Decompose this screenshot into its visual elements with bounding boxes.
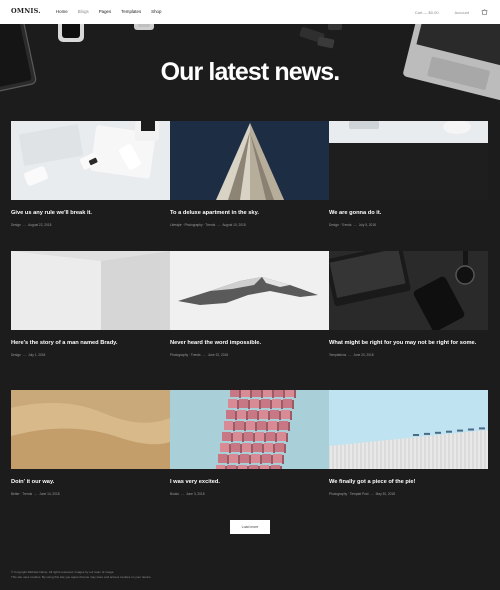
separator: — <box>180 491 185 496</box>
nav-item-home[interactable]: Home <box>56 9 68 14</box>
post-meta: Books — June 3, 2018 <box>170 492 329 496</box>
post-category[interactable]: Lifestyle · Photography · Trends <box>170 223 215 227</box>
post-thumbnail[interactable] <box>329 251 488 330</box>
post-card[interactable]: We finally got a piece of the pie! Photo… <box>329 390 488 496</box>
post-date: May 30, 2018 <box>375 491 395 496</box>
post-meta: Temptations — June 20, 2018 <box>329 353 488 357</box>
nav-item-shop[interactable]: Shop <box>151 9 161 14</box>
post-card[interactable]: Here's the story of a man named Brady. D… <box>11 251 170 357</box>
post-meta: Photography · Trends — June 22, 2018 <box>170 353 329 357</box>
nav-item-templates[interactable]: Templates <box>121 9 141 14</box>
separator: — <box>34 491 38 496</box>
post-date: July 1, 2018 <box>28 352 46 357</box>
separator: — <box>348 352 352 357</box>
post-card[interactable]: Never heard the word impossible. Photogr… <box>170 251 329 357</box>
gadget-image <box>134 24 154 30</box>
top-header: OMNIS. Home Blogs Pages Templates Shop C… <box>0 0 500 24</box>
post-date: June 22, 2018 <box>207 352 229 357</box>
account-link[interactable]: Account <box>455 10 469 15</box>
separator: — <box>353 222 357 227</box>
post-card[interactable]: What might be right for you may not be r… <box>329 251 488 357</box>
post-meta: Design · Trends — July 5, 2018 <box>329 223 488 227</box>
post-date: July 5, 2018 <box>358 222 376 227</box>
separator: — <box>370 491 374 496</box>
post-date: August 10, 2018 <box>222 222 246 227</box>
shopping-bag-icon[interactable] <box>481 9 488 15</box>
post-thumbnail[interactable] <box>170 390 329 469</box>
post-date: August 22, 2018 <box>28 222 52 227</box>
post-category[interactable]: Temptations <box>329 353 346 357</box>
post-category[interactable]: Design <box>11 353 21 357</box>
separator: — <box>22 222 27 227</box>
post-title[interactable]: What might be right for you may not be r… <box>329 340 488 348</box>
post-meta: Lifestyle · Photography · Trends — August … <box>170 223 329 227</box>
post-title[interactable]: We are gonna do it. <box>329 210 488 218</box>
hero-section: Our latest news. <box>0 24 500 120</box>
post-thumbnail[interactable] <box>11 251 170 330</box>
cable-image <box>299 24 342 49</box>
page-title: Our latest news. <box>160 58 341 86</box>
post-card[interactable]: To a deluxe apartment in the sky. Lifest… <box>170 121 329 227</box>
post-title[interactable]: Never heard the word impossible. <box>170 340 329 348</box>
post-card[interactable]: Give us any rule we'll break it. Design —… <box>11 121 170 227</box>
load-more-button[interactable]: Load more <box>230 520 270 534</box>
cart-link[interactable]: Cart — $0.00 <box>415 10 439 15</box>
site-footer: © Copyright Website Name. All rights res… <box>11 570 151 580</box>
separator: — <box>202 352 206 357</box>
watch-image <box>58 24 84 42</box>
post-category[interactable]: Design <box>11 223 21 227</box>
post-title[interactable]: Doin' it our way. <box>11 479 170 487</box>
post-thumbnail[interactable] <box>11 390 170 469</box>
post-date: June 14, 2018 <box>39 491 60 496</box>
post-category[interactable]: Better · Trends <box>11 492 32 496</box>
cookie-notice: This site uses cookies. By using this si… <box>11 575 152 580</box>
post-date: June 20, 2018 <box>353 352 374 357</box>
post-thumbnail[interactable] <box>11 121 170 200</box>
post-card[interactable]: Doin' it our way. Better · Trends — June 1… <box>11 390 170 496</box>
post-title[interactable]: To a deluxe apartment in the sky. <box>170 210 329 218</box>
main-nav: Home Blogs Pages Templates Shop <box>56 9 171 14</box>
post-title[interactable]: Here's the story of a man named Brady. <box>11 340 170 348</box>
post-category[interactable]: Photography · Trends <box>170 353 201 357</box>
post-thumbnail[interactable] <box>170 121 329 200</box>
post-meta: Better · Trends — June 14, 2018 <box>11 492 170 496</box>
post-title[interactable]: I was very excited. <box>170 479 329 487</box>
post-card[interactable]: We are gonna do it. Design · Trends — July… <box>329 121 488 227</box>
post-meta: Design — August 22, 2018 <box>11 223 170 227</box>
header-actions: Cart — $0.00 Account <box>399 9 488 15</box>
nav-item-blogs[interactable]: Blogs <box>78 9 89 14</box>
post-thumbnail[interactable] <box>329 390 488 469</box>
post-title[interactable]: Give us any rule we'll break it. <box>11 210 170 218</box>
site-logo[interactable]: OMNIS. <box>11 7 41 15</box>
post-date: June 3, 2018 <box>186 491 205 496</box>
separator: — <box>22 352 27 357</box>
post-meta: Photography · Temptat Post — May 30, 2018 <box>329 492 488 496</box>
post-meta: Design — July 1, 2018 <box>11 353 170 357</box>
post-thumbnail[interactable] <box>170 251 329 330</box>
post-title[interactable]: We finally got a piece of the pie! <box>329 479 488 487</box>
post-category[interactable]: Books <box>170 492 179 496</box>
separator: — <box>217 222 221 227</box>
post-category[interactable]: Photography · Temptat Post <box>329 492 368 496</box>
nav-item-pages[interactable]: Pages <box>99 9 111 14</box>
post-category[interactable]: Design · Trends <box>329 223 352 227</box>
post-thumbnail[interactable] <box>329 121 488 200</box>
post-card[interactable]: I was very excited. Books — June 3, 2018 <box>170 390 329 496</box>
